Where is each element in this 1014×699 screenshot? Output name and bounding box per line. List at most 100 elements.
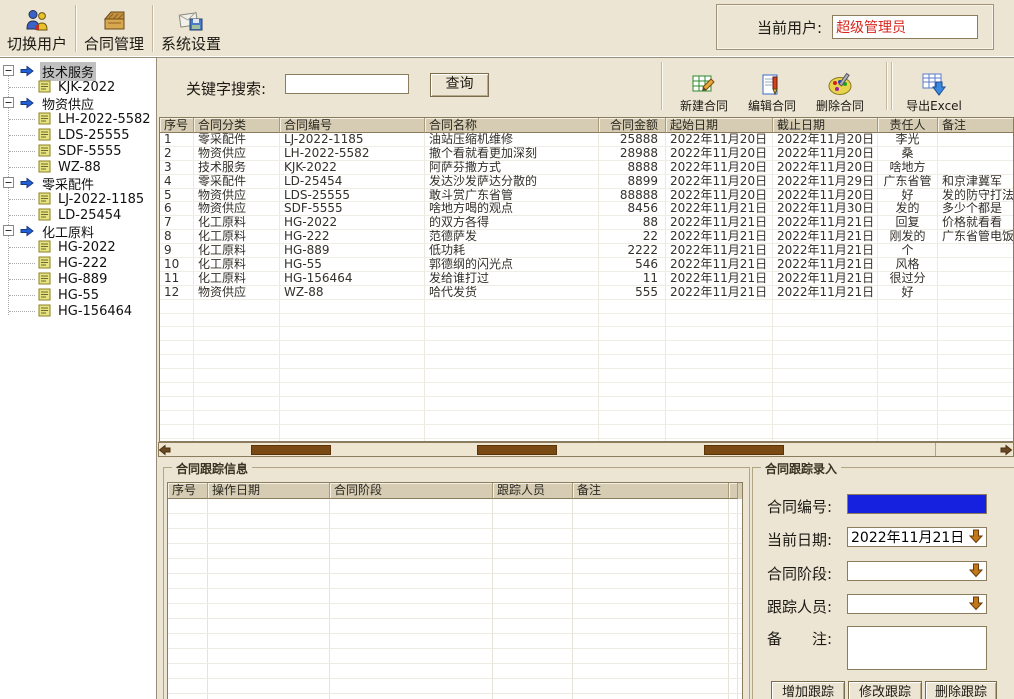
tree-node-label: HG-222	[56, 256, 109, 271]
tree-node-sdf-5555[interactable]: SDF-5555	[0, 143, 156, 159]
column-header[interactable]: 截止日期	[773, 118, 878, 133]
tree-node-lj-2022-1185[interactable]: LJ-2022-1185	[0, 191, 156, 207]
tracking-row[interactable]	[168, 649, 742, 664]
tree-node-hg-156464[interactable]: HG-156464	[0, 303, 156, 319]
stage-dropdown-arrow-icon[interactable]	[969, 563, 983, 578]
column-header[interactable]: 责任人	[878, 118, 938, 133]
column-header[interactable]: 合同金额	[599, 118, 666, 133]
contract-row[interactable]	[160, 397, 1013, 411]
scrollbar-thumb[interactable]	[477, 445, 557, 455]
contract-row[interactable]	[160, 355, 1013, 369]
tracking-row[interactable]	[168, 589, 742, 604]
tree-node-hg-222[interactable]: HG-222	[0, 255, 156, 271]
column-header[interactable]: 合同名称	[425, 118, 599, 133]
contract-row[interactable]: 11化工原料HG-156464发给谁打过112022年11月21日2022年11…	[160, 272, 1013, 286]
scrollbar-thumb[interactable]	[251, 445, 331, 455]
switch-user-button[interactable]: 切换用户	[0, 0, 74, 57]
new-contract-button[interactable]: 新建合同	[671, 62, 737, 114]
column-header[interactable]: 跟踪人员	[493, 483, 573, 499]
scroll-left-icon[interactable]	[158, 443, 172, 457]
contract-row[interactable]: 7化工原料HG-2022的双方各得882022年11月21日2022年11月21…	[160, 216, 1013, 230]
contract-row[interactable]: 5物资供应LDS-25555敢斗赏广东省管888882022年11月20日202…	[160, 189, 1013, 203]
tracking-row[interactable]	[168, 574, 742, 589]
date-dropdown-arrow-icon[interactable]	[969, 529, 983, 544]
contract-row[interactable]: 6物资供应SDF-5555啥地方喝的观点84562022年11月21日2022年…	[160, 202, 1013, 216]
contract-cell: LDS-25555	[280, 189, 425, 202]
tracking-row[interactable]	[168, 499, 742, 514]
tracker-select[interactable]	[847, 594, 987, 614]
tree-category-0[interactable]: 技术服务	[0, 63, 156, 79]
tracker-dropdown-arrow-icon[interactable]	[969, 596, 983, 611]
column-header[interactable]: 操作日期	[208, 483, 330, 499]
tracking-row[interactable]	[168, 664, 742, 679]
expand-minus-icon[interactable]	[3, 177, 14, 188]
expand-minus-icon[interactable]	[3, 97, 14, 108]
scroll-right-icon[interactable]	[1000, 443, 1014, 457]
contract-row[interactable]	[160, 300, 1013, 314]
system-settings-button[interactable]: 系统设置	[154, 0, 228, 57]
tracking-row[interactable]	[168, 514, 742, 529]
contract-no-field[interactable]	[847, 494, 987, 514]
column-header[interactable]: 起始日期	[666, 118, 773, 133]
column-header[interactable]: 备注	[573, 483, 729, 499]
column-header[interactable]	[729, 483, 738, 499]
column-header[interactable]: 合同阶段	[330, 483, 493, 499]
tracking-row[interactable]	[168, 559, 742, 574]
keyword-search-input[interactable]	[285, 74, 409, 94]
tree-node-label: HG-2022	[56, 240, 118, 255]
contract-row[interactable]: 9化工原料HG-889低功耗22222022年11月21日2022年11月21日…	[160, 244, 1013, 258]
modify-tracking-button[interactable]: 修改跟踪	[848, 681, 922, 699]
contract-cell	[878, 411, 938, 424]
column-header[interactable]: 备注	[938, 118, 1014, 133]
delete-contract-button[interactable]: 删除合同	[807, 62, 873, 114]
tree-node-lds-25555[interactable]: LDS-25555	[0, 127, 156, 143]
remark-textarea[interactable]	[847, 626, 987, 670]
tracking-row[interactable]	[168, 544, 742, 559]
column-header[interactable]: 合同编号	[280, 118, 425, 133]
tracking-row[interactable]	[168, 529, 742, 544]
tracking-row[interactable]	[168, 679, 742, 694]
contract-row[interactable]	[160, 411, 1013, 425]
expand-minus-icon[interactable]	[3, 65, 14, 76]
query-button[interactable]: 查询	[430, 73, 489, 97]
expand-minus-icon[interactable]	[3, 225, 14, 236]
contract-row[interactable]: 2物资供应LH-2022-5582撤个看就看更加深刻289882022年11月2…	[160, 147, 1013, 161]
tree-category-2[interactable]: 物资供应	[0, 95, 156, 111]
contract-row[interactable]: 4零采配件LD-25454发达沙发萨达分散的88992022年11月20日202…	[160, 175, 1013, 189]
tracking-row[interactable]	[168, 694, 742, 699]
contract-row[interactable]	[160, 369, 1013, 383]
tree-node-hg-889[interactable]: HG-889	[0, 271, 156, 287]
scrollbar-thumb[interactable]	[704, 445, 784, 455]
tracking-row[interactable]	[168, 619, 742, 634]
contract-row[interactable]	[160, 327, 1013, 341]
contract-row[interactable]	[160, 383, 1013, 397]
contract-management-button[interactable]: 合同管理	[77, 0, 151, 57]
contract-row[interactable]	[160, 425, 1013, 439]
contract-row[interactable]	[160, 314, 1013, 328]
tree-node-hg-55[interactable]: HG-55	[0, 287, 156, 303]
add-tracking-button[interactable]: 增加跟踪	[771, 681, 845, 699]
current-date-field[interactable]	[847, 527, 987, 547]
export-excel-button[interactable]: 导出Excel	[898, 62, 970, 114]
tracking-row[interactable]	[168, 634, 742, 649]
column-header[interactable]: 序号	[168, 483, 208, 499]
horizontal-scrollbar[interactable]	[158, 442, 1014, 457]
contract-row[interactable]: 3技术服务KJK-2022阿萨芬撒方式88882022年11月20日2022年1…	[160, 161, 1013, 175]
edit-contract-button[interactable]: 编辑合同	[739, 62, 805, 114]
contract-row[interactable]: 10化工原料HG-55郭德纲的闪光点5462022年11月21日2022年11月…	[160, 258, 1013, 272]
contract-row[interactable]: 8化工原料HG-222范德萨发222022年11月21日2022年11月21日刚…	[160, 230, 1013, 244]
tree-node-lh-2022-5582[interactable]: LH-2022-5582	[0, 111, 156, 127]
tracking-row[interactable]	[168, 604, 742, 619]
contract-stage-select[interactable]	[847, 561, 987, 581]
current-user-input[interactable]	[832, 15, 978, 39]
contract-row[interactable]	[160, 341, 1013, 355]
contract-row[interactable]: 1零采配件LJ-2022-1185油站压缩机维修258882022年11月20日…	[160, 133, 1013, 147]
tree-category-7[interactable]: 零采配件	[0, 175, 156, 191]
column-header[interactable]: 合同分类	[194, 118, 280, 133]
tree-category-10[interactable]: 化工原料	[0, 223, 156, 239]
tracking-cell	[573, 679, 729, 693]
contract-row[interactable]: 12物资供应WZ-88哈代发货5552022年11月21日2022年11月21日…	[160, 286, 1013, 300]
delete-tracking-button[interactable]: 删除跟踪	[925, 681, 997, 699]
tree-node-hg-2022[interactable]: HG-2022	[0, 239, 156, 255]
column-header[interactable]: 序号	[160, 118, 194, 133]
